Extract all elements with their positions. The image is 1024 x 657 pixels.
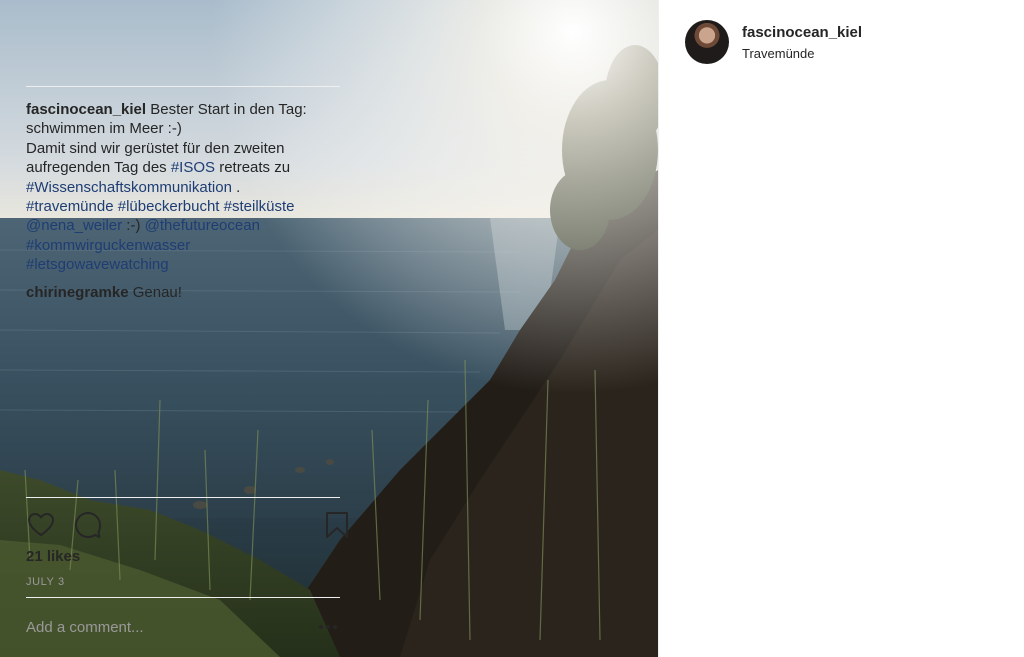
comments-section: fascinocean_kiel Bester Start in den Tag… xyxy=(26,100,340,302)
divider xyxy=(26,497,340,498)
avatar[interactable] xyxy=(685,20,729,64)
comment-button[interactable] xyxy=(73,510,103,540)
heart-icon xyxy=(28,513,54,536)
caption-text: :-) xyxy=(122,217,145,235)
caption-text: retreats zu xyxy=(215,159,291,177)
caption-line: schwimmen im Meer :-) xyxy=(26,119,340,138)
comment-bubble-icon xyxy=(75,512,101,538)
post-location[interactable]: Travemünde xyxy=(742,46,815,61)
save-button[interactable] xyxy=(322,510,352,540)
comment-text: Genau! xyxy=(128,283,182,301)
caption-text: schwimmen im Meer :-) xyxy=(26,120,182,138)
post-caption: fascinocean_kiel Bester Start in den Tag… xyxy=(26,100,340,275)
post-photo[interactable] xyxy=(0,0,658,657)
hashtag-link[interactable]: #Wissenschaftskommunikation xyxy=(26,179,232,196)
bookmark-icon xyxy=(326,512,348,538)
post-date: JULY 3 xyxy=(26,576,65,588)
comment-username[interactable]: chirinegramke xyxy=(26,284,129,301)
caption-line: aufregenden Tag des #ISOS retreats zu xyxy=(26,158,340,177)
caption-username[interactable]: fascinocean_kiel xyxy=(26,101,146,118)
hashtag-link[interactable]: @nena_weiler xyxy=(26,217,122,234)
like-count[interactable]: 21 likes xyxy=(26,548,80,565)
caption-text: Damit sind wir gerüstet für den zweiten xyxy=(26,139,285,157)
post-details-panel: fascinocean_kiel Travemünde xyxy=(658,0,1024,657)
divider xyxy=(26,597,340,598)
caption-line: fascinocean_kiel Bester Start in den Tag… xyxy=(26,100,340,119)
hashtag-link[interactable]: #letsgowavewatching xyxy=(26,256,169,273)
caption-line: #kommwirguckenwasser xyxy=(26,236,340,255)
caption-text: aufregenden Tag des xyxy=(26,159,171,177)
caption-line: @nena_weiler :-) @thefutureocean xyxy=(26,216,340,235)
add-comment-input[interactable] xyxy=(26,612,296,642)
more-options-icon xyxy=(319,625,337,629)
hashtag-link[interactable]: #lübeckerbucht xyxy=(118,198,220,215)
hashtag-link[interactable]: @thefutureocean xyxy=(145,217,260,234)
caption-text: . xyxy=(231,178,241,196)
hashtag-link[interactable]: #travemünde xyxy=(26,198,114,215)
post-header: fascinocean_kiel Travemünde xyxy=(685,20,999,66)
hashtag-link[interactable]: #steilküste xyxy=(224,198,295,215)
like-button[interactable] xyxy=(26,510,56,540)
hashtag-link[interactable]: #ISOS xyxy=(171,159,215,176)
caption-line: #travemünde #lübeckerbucht #steilküste xyxy=(26,197,340,216)
hashtag-link[interactable]: #kommwirguckenwasser xyxy=(26,237,190,254)
caption-line: Damit sind wir gerüstet für den zweiten xyxy=(26,139,340,158)
author-username[interactable]: fascinocean_kiel xyxy=(742,24,862,41)
caption-line: #Wissenschaftskommunikation . xyxy=(26,178,340,197)
caption-line: #letsgowavewatching xyxy=(26,255,340,274)
post-actions xyxy=(26,510,348,540)
caption-text: Bester Start in den Tag: xyxy=(146,101,307,118)
coastline-image xyxy=(0,0,658,657)
comment: chirinegramke Genau! xyxy=(26,283,340,302)
divider xyxy=(26,86,340,87)
more-options-button[interactable] xyxy=(316,615,340,639)
